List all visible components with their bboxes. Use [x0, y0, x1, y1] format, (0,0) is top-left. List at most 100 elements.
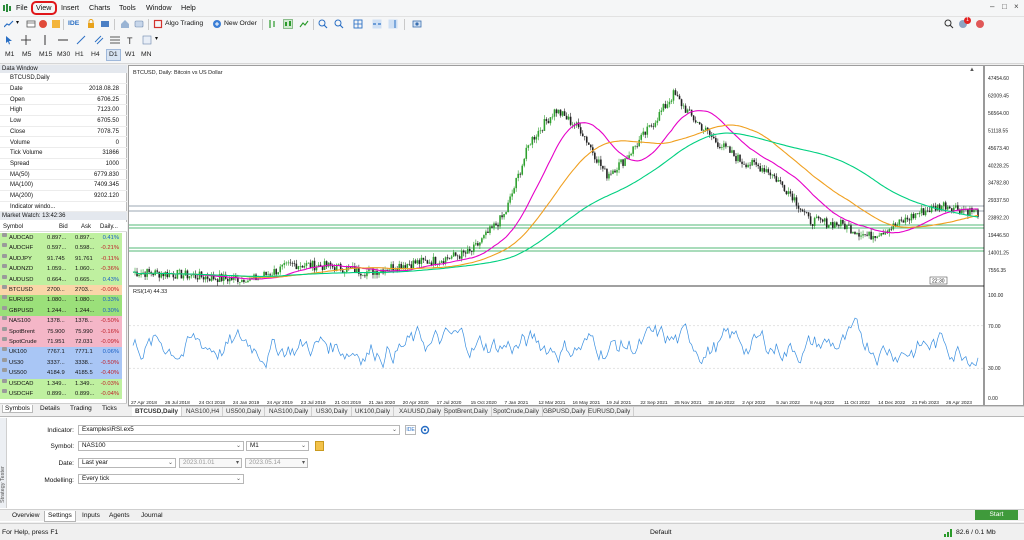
date-range-select[interactable]: Last year ⌄ [78, 458, 176, 468]
timeframe-w1[interactable]: W1 [125, 51, 135, 58]
mw-col-symbol[interactable]: Symbol [3, 222, 23, 232]
candlestick-chart-icon[interactable] [283, 19, 293, 29]
tab-symbols[interactable]: Symbols [2, 405, 33, 413]
signals-icon[interactable] [134, 19, 144, 29]
profiles-icon[interactable] [26, 19, 36, 29]
new-order-button[interactable]: New Order [224, 20, 257, 27]
algo-trading-button[interactable]: Algo Trading [165, 20, 203, 27]
timeframe-h1[interactable]: H1 [75, 51, 84, 58]
horizontal-line-icon[interactable] [58, 35, 68, 45]
market-watch-row[interactable]: USDCAD 1.349... 1.349... -0.03% [0, 378, 122, 389]
menu-charts[interactable]: Charts [89, 3, 110, 12]
menu-help[interactable]: Help [181, 3, 196, 12]
cursor-icon[interactable] [4, 35, 14, 45]
crosshair-icon[interactable] [21, 35, 31, 45]
modelling-select[interactable]: Every tick ⌄ [78, 474, 244, 484]
ide-edit-button[interactable]: IDE [405, 425, 416, 435]
tab-overview[interactable]: Overview [9, 511, 42, 521]
price-chart[interactable]: 47454.60 62009.45 56564.00 51118.55 45673.40… [129, 66, 1023, 406]
chart-shift-icon[interactable] [388, 19, 398, 29]
connection-icon[interactable] [944, 528, 953, 537]
account-icon[interactable] [975, 19, 985, 29]
shapes-icon[interactable] [142, 35, 152, 45]
trendline-icon[interactable] [76, 35, 86, 45]
market-watch-row[interactable]: BTCUSD 2700... 2703... -0.00% [0, 285, 122, 296]
market-watch-row[interactable]: AUDNZD 1.059... 1.060... -0.36% [0, 264, 122, 275]
channel-icon[interactable] [94, 35, 104, 45]
timeframe-m5[interactable]: M5 [22, 51, 31, 58]
screenshot-icon[interactable] [412, 19, 422, 29]
timeframe-d1[interactable]: D1 [106, 49, 121, 61]
new-order-icon[interactable] [212, 19, 222, 29]
candle-body [547, 120, 550, 124]
menu-window[interactable]: Window [146, 3, 172, 12]
restore-icon[interactable]: □ [1002, 2, 1007, 11]
tab-settings[interactable]: Settings [44, 511, 76, 522]
market-watch-row[interactable]: AUDUSD 0.664... 0.665... 0.43% [0, 274, 122, 285]
tab-agents[interactable]: Agents [106, 511, 133, 521]
start-button[interactable]: Start [975, 510, 1018, 520]
candle-body [515, 178, 517, 189]
bar-chart-icon[interactable] [267, 19, 277, 29]
tile-windows-icon[interactable] [353, 19, 363, 29]
market-icon[interactable] [120, 19, 130, 29]
market-watch-row[interactable]: US500 4184.9 4185.5 -0.40% [0, 368, 122, 379]
market-watch-row[interactable]: NAS100 1378... 1378... -0.50% [0, 316, 122, 327]
market-watch-row[interactable]: AUDCAD 0.897... 0.897... 0.41% [0, 233, 122, 244]
terminal-icon[interactable] [100, 19, 110, 29]
zoom-out-icon[interactable] [334, 19, 344, 29]
market-watch-row[interactable]: UK100 7767.1 7771.1 0.06% [0, 347, 122, 358]
menu-insert[interactable]: Insert [61, 3, 79, 12]
market-watch-row[interactable]: SpotCrude 71.951 72.031 -0.09% [0, 337, 122, 348]
auto-scroll-icon[interactable] [372, 19, 382, 29]
lock-icon[interactable] [86, 19, 96, 29]
market-watch-row[interactable]: US30 3337... 3338... -0.50% [0, 357, 122, 369]
mw-col-ask[interactable]: Ask [81, 222, 91, 232]
market-watch-row[interactable]: AUDCHF 0.597... 0.598... -0.21% [0, 243, 122, 254]
navigator-icon[interactable] [51, 19, 61, 29]
minimize-icon[interactable]: – [990, 2, 994, 11]
market-watch-row[interactable]: USDCHF 0.899... 0.899... -0.04% [0, 389, 122, 400]
date-from-field[interactable]: 2023.01.01 ▾ [179, 458, 242, 468]
period-select[interactable]: M1 ⌄ [246, 441, 309, 451]
candle-body [531, 136, 534, 145]
timeframe-m15[interactable]: M15 [39, 51, 52, 58]
timeframe-m1[interactable]: M1 [5, 51, 14, 58]
date-to-field[interactable]: 2023.05.14 ▾ [245, 458, 308, 468]
search-icon[interactable] [944, 19, 954, 29]
timeframe-h4[interactable]: H4 [91, 51, 100, 58]
line-chart-icon[interactable] [299, 19, 309, 29]
tab-ticks[interactable]: Ticks [100, 405, 119, 412]
mw-col-daily-change[interactable]: Daily... [100, 222, 118, 232]
symbol-select[interactable]: NAS100 ⌄ [78, 441, 244, 451]
tab-trading[interactable]: Trading [68, 405, 94, 412]
vertical-line-icon[interactable] [40, 35, 50, 45]
chart-scroll-up-icon[interactable]: ▲ [969, 67, 975, 73]
new-chart-dropdown-icon[interactable]: ▾ [16, 19, 19, 26]
timeframe-mn[interactable]: MN [141, 51, 152, 58]
indicator-select[interactable]: Examples\RSI.ex5 ⌄ [78, 425, 400, 435]
zoom-in-icon[interactable] [318, 19, 328, 29]
fibonacci-icon[interactable] [110, 35, 120, 45]
tab-inputs[interactable]: Inputs [79, 511, 103, 521]
market-watch-row[interactable]: AUDJPY 91.745 91.761 -0.11% [0, 253, 122, 265]
text-icon[interactable]: T [126, 35, 136, 45]
menu-tools[interactable]: Tools [119, 3, 136, 12]
shapes-dropdown-icon[interactable]: ▾ [155, 35, 158, 42]
chart-window[interactable]: 47454.60 62009.45 56564.00 51118.55 45673.40… [128, 65, 1024, 406]
tab-journal[interactable]: Journal [138, 511, 166, 521]
market-watch-row[interactable]: SpotBrent 75.900 75.990 -0.16% [0, 326, 122, 337]
settings-gear-icon[interactable] [420, 425, 430, 435]
close-icon[interactable]: × [1014, 2, 1019, 11]
symbol-properties-icon[interactable] [315, 441, 324, 451]
market-watch-icon[interactable] [38, 19, 48, 29]
mw-col-bid[interactable]: Bid [59, 222, 68, 232]
market-watch-row[interactable]: EURUSD 1.080... 1.080... 0.33% [0, 295, 122, 306]
timeframe-m30[interactable]: M30 [57, 51, 70, 58]
ide-button[interactable]: IDE [68, 20, 79, 27]
market-watch-row[interactable]: GBPUSD 1.244... 1.244... 0.30% [0, 305, 122, 317]
menu-file[interactable]: File [16, 3, 28, 12]
new-chart-icon[interactable] [4, 19, 14, 29]
algo-trading-icon[interactable] [153, 19, 163, 29]
tab-details[interactable]: Details [38, 405, 62, 412]
